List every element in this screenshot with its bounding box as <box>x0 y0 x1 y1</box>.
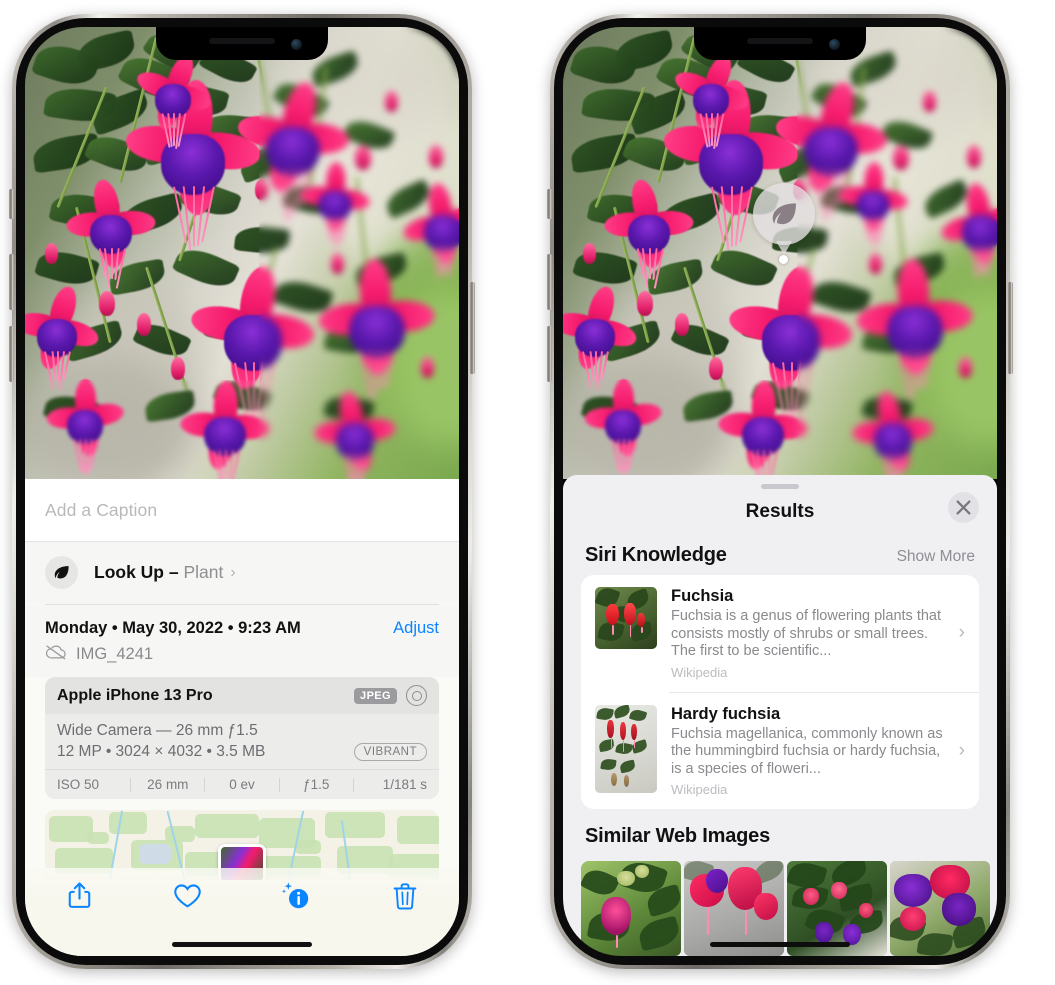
home-indicator[interactable] <box>172 942 312 947</box>
volume-down-button[interactable] <box>547 326 552 382</box>
siri-knowledge-card: Fuchsia Fuchsia is a genus of flowering … <box>581 575 979 809</box>
power-button[interactable] <box>1008 282 1013 374</box>
info-sparkle-icon <box>281 881 311 916</box>
iphone-left: Add a Caption ✦ ✦ Look Up – Plant › Mon <box>9 14 475 969</box>
fuchsia-flowers-photo <box>25 27 459 479</box>
camera-body: Wide Camera — 26 mm ƒ1.5 12 MP • 3024 × … <box>45 714 439 769</box>
camera-header: Apple iPhone 13 Pro JPEG <box>45 677 439 714</box>
share-icon <box>67 881 92 915</box>
format-badge: JPEG <box>354 687 397 704</box>
caption-field[interactable]: Add a Caption <box>25 479 459 542</box>
image-specs-row: 12 MP • 3024 × 4032 • 3.5 MB VIBRANT <box>57 743 427 761</box>
sparkle-icon-large: ✦ <box>25 470 28 490</box>
capture-date: Monday • May 30, 2022 • 9:23 AM <box>45 619 301 637</box>
similar-web-images-header: Similar Web Images <box>563 809 997 852</box>
adjust-button[interactable]: Adjust <box>393 619 439 638</box>
earpiece-speaker <box>747 38 813 44</box>
iphone-right: Results Siri Knowledge Show More Fuchsia… <box>547 14 1013 969</box>
knowledge-title: Fuchsia <box>671 587 734 605</box>
knowledge-thumbnail <box>595 587 657 649</box>
camera-info-card: Apple iPhone 13 Pro JPEG Wide Camera — 2… <box>45 677 439 799</box>
power-button[interactable] <box>470 282 475 374</box>
results-title: Results <box>745 501 815 522</box>
knowledge-entry-hardy-fuchsia[interactable]: Hardy fuchsia Fuchsia magellanica, commo… <box>581 693 979 810</box>
chevron-right-icon: › <box>958 622 965 644</box>
exif-aperture: ƒ1.5 <box>303 777 330 792</box>
info-button[interactable] <box>242 878 351 918</box>
aperture-icon <box>406 685 427 706</box>
notch <box>156 27 328 60</box>
mute-switch[interactable] <box>547 189 552 219</box>
exif-row: ISO 50 26 mm 0 ev ƒ1.5 1/181 s <box>45 769 439 799</box>
knowledge-text: Fuchsia Fuchsia is a genus of flowering … <box>671 587 967 680</box>
mute-switch[interactable] <box>9 189 14 219</box>
screen-left: Add a Caption ✦ ✦ Look Up – Plant › Mon <box>25 27 459 956</box>
delete-button[interactable] <box>351 878 460 918</box>
chevron-right-icon: › <box>230 563 236 581</box>
screen-right: Results Siri Knowledge Show More Fuchsia… <box>563 27 997 956</box>
exif-ev: 0 ev <box>229 777 255 792</box>
photographic-style-badge: VIBRANT <box>353 743 427 761</box>
home-indicator[interactable] <box>710 942 850 947</box>
look-up-row[interactable]: ✦ ✦ Look Up – Plant › <box>25 470 459 604</box>
chevron-right-icon: › <box>958 739 965 761</box>
web-image-thumbnail[interactable] <box>890 861 990 956</box>
notch <box>694 27 866 60</box>
look-up-title: Look Up – <box>94 562 179 582</box>
web-image-thumbnail[interactable] <box>581 861 681 956</box>
close-button[interactable] <box>948 492 979 523</box>
section-title: Siri Knowledge <box>585 544 727 566</box>
knowledge-entry-fuchsia[interactable]: Fuchsia Fuchsia is a genus of flowering … <box>581 575 979 692</box>
exif-iso: ISO 50 <box>57 777 100 792</box>
section-title: Similar Web Images <box>585 825 770 847</box>
knowledge-title: Hardy fuchsia <box>671 704 781 723</box>
trash-icon <box>393 882 417 915</box>
exif-focal: 26 mm <box>147 777 189 792</box>
filename-row: IMG_4241 <box>25 642 459 677</box>
volume-up-button[interactable] <box>9 254 14 310</box>
share-button[interactable] <box>25 878 134 918</box>
show-more-button[interactable]: Show More <box>897 548 975 566</box>
lens-description: Wide Camera — 26 mm ƒ1.5 <box>57 722 258 739</box>
knowledge-source: Wikipedia <box>671 664 728 680</box>
results-header: Results <box>563 489 997 535</box>
visual-lookup-anchor-dot <box>779 255 788 264</box>
knowledge-thumbnail <box>595 704 657 793</box>
visual-lookup-badge[interactable] <box>753 183 815 245</box>
volume-down-button[interactable] <box>9 326 14 382</box>
knowledge-description: Fuchsia magellanica, commonly known as t… <box>671 725 943 777</box>
leaf-icon <box>45 556 78 589</box>
earpiece-speaker <box>209 38 275 44</box>
filename: IMG_4241 <box>76 645 154 663</box>
results-sheet: Results Siri Knowledge Show More Fuchsia… <box>563 475 997 956</box>
leaf-icon <box>772 203 796 225</box>
favorite-button[interactable] <box>134 878 243 918</box>
photo-viewer-left[interactable] <box>25 27 459 479</box>
caption-placeholder: Add a Caption <box>45 499 158 520</box>
siri-knowledge-header: Siri Knowledge Show More <box>563 535 997 575</box>
camera-device-name: Apple iPhone 13 Pro <box>57 686 213 704</box>
knowledge-source: Wikipedia <box>671 782 728 797</box>
heart-icon <box>173 883 202 914</box>
close-icon <box>956 500 971 515</box>
knowledge-description: Fuchsia is a genus of flowering plants t… <box>671 608 942 659</box>
front-camera-icon <box>291 39 302 50</box>
volume-up-button[interactable] <box>547 254 552 310</box>
icloud-slash-icon <box>45 644 67 665</box>
capture-date-row: Monday • May 30, 2022 • 9:23 AM Adjust <box>25 605 459 642</box>
image-specs: 12 MP • 3024 × 4032 • 3.5 MB <box>57 743 266 760</box>
look-up-subject: Plant <box>183 562 224 582</box>
knowledge-text: Hardy fuchsia Fuchsia magellanica, commo… <box>671 705 967 798</box>
exif-shutter: 1/181 s <box>382 777 428 792</box>
look-up-label: Look Up – Plant <box>94 562 223 583</box>
front-camera-icon <box>829 39 840 50</box>
